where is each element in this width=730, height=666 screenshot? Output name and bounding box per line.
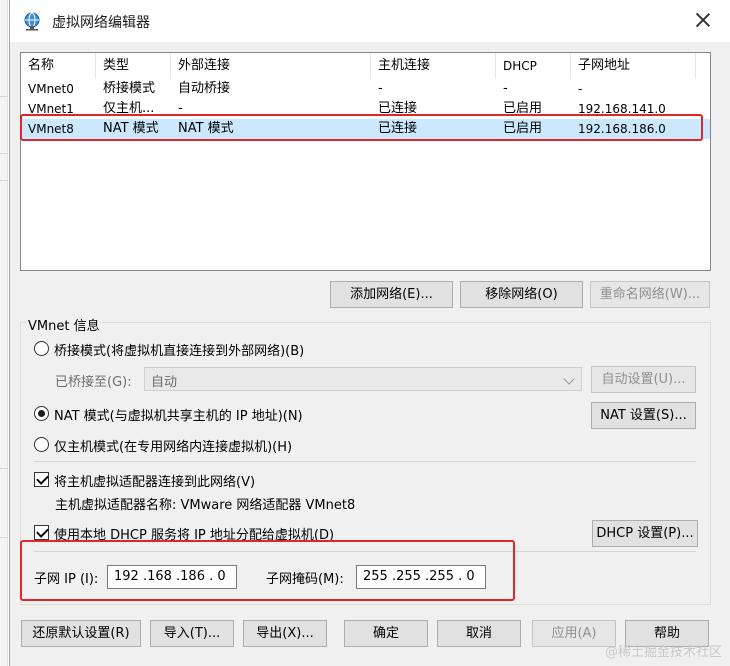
cancel-button[interactable]: 取消 <box>437 620 521 647</box>
column-header-type[interactable]: 类型 <box>96 53 171 79</box>
remove-network-button[interactable]: 移除网络(O) <box>460 281 583 308</box>
cell-name: VMnet0 <box>28 82 74 96</box>
list-header: 名称 类型 外部连接 主机连接 DHCP 子网地址 <box>21 53 710 79</box>
cell-type: 桥接模式 <box>103 81 156 96</box>
connect-adapter-checkbox[interactable] <box>34 472 49 487</box>
column-header-external[interactable]: 外部连接 <box>171 53 371 79</box>
column-header-dhcp[interactable]: DHCP <box>496 53 571 79</box>
nat-radio[interactable] <box>34 406 49 421</box>
export-button[interactable]: 导出(X)... <box>243 620 327 647</box>
column-header-name[interactable]: 名称 <box>21 53 96 79</box>
add-network-button[interactable]: 添加网络(E)... <box>330 281 453 308</box>
cell-external: 自动桥接 <box>178 81 231 96</box>
window-title: 虚拟网络编辑器 <box>52 15 150 31</box>
highlight-subnet-fields <box>20 540 515 601</box>
hostonly-label[interactable]: 仅主机模式(在专用网络内连接虚拟机)(H) <box>54 436 292 455</box>
background-window-edge <box>0 0 8 666</box>
watermark-text: @稀土掘金技术社区 <box>604 645 722 660</box>
bridged-to-value: 自动 <box>151 375 178 390</box>
network-globe-icon <box>24 12 40 31</box>
vmnet-info-label: VMnet 信息 <box>26 315 102 334</box>
adapter-name-label: 主机虚拟适配器名称: VMware 网络适配器 VMnet8 <box>55 498 356 513</box>
chevron-down-icon <box>563 373 575 385</box>
table-row[interactable]: VMnet0 桥接模式 自动桥接 - - - <box>21 79 710 99</box>
column-header-subnet[interactable]: 子网地址 <box>571 53 696 79</box>
network-list[interactable]: 名称 类型 外部连接 主机连接 DHCP 子网地址 VMnet0 桥接模式 自动… <box>20 52 711 271</box>
virtual-network-editor-window: 虚拟网络编辑器 名称 类型 外部连接 主机连接 DHCP 子网地址 VMnet0… <box>9 0 730 666</box>
apply-button[interactable]: 应用(A) <box>532 620 616 647</box>
dhcp-settings-button[interactable]: DHCP 设置(P)... <box>592 520 698 547</box>
bridged-radio[interactable] <box>34 341 49 356</box>
column-header-host[interactable]: 主机连接 <box>371 53 496 79</box>
bridged-to-label: 已桥接至(G): <box>55 375 132 390</box>
import-button[interactable]: 导入(T)... <box>150 620 234 647</box>
ok-button[interactable]: 确定 <box>344 620 428 647</box>
connect-adapter-label[interactable]: 将主机虚拟适配器连接到此网络(V) <box>54 471 255 490</box>
nat-settings-button[interactable]: NAT 设置(S)... <box>591 402 696 429</box>
bridged-label[interactable]: 桥接模式(将虚拟机直接连接到外部网络)(B) <box>54 340 304 359</box>
auto-settings-button[interactable]: 自动设置(U)... <box>591 366 696 393</box>
rename-network-button[interactable]: 重命名网络(W)... <box>590 281 710 308</box>
dhcp-checkbox[interactable] <box>34 525 49 540</box>
title-bar: 虚拟网络编辑器 <box>10 0 730 42</box>
highlight-selected-row <box>20 114 703 141</box>
bridged-to-select[interactable]: 自动 <box>144 367 582 391</box>
cell-dhcp: - <box>503 81 508 96</box>
cell-host: - <box>378 81 383 96</box>
close-icon[interactable] <box>693 10 713 30</box>
divider <box>34 461 696 462</box>
cell-subnet: - <box>578 82 583 96</box>
hostonly-radio[interactable] <box>34 437 49 452</box>
nat-label[interactable]: NAT 模式(与虚拟机共享主机的 IP 地址)(N) <box>54 405 303 424</box>
restore-defaults-button[interactable]: 还原默认设置(R) <box>21 620 141 647</box>
